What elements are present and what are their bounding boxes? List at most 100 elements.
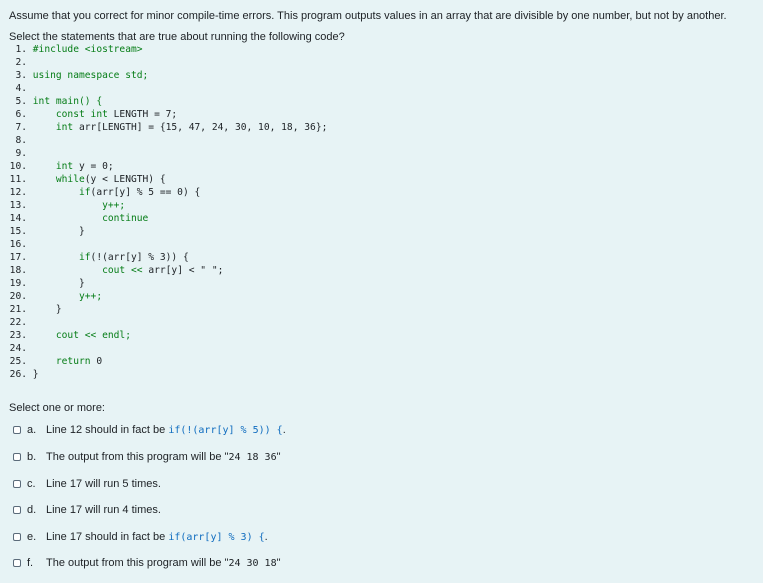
answer-option-f[interactable]: f. The output from this program will be "…	[13, 554, 733, 572]
code-token: continue	[32, 213, 149, 224]
code-token: (y < LENGTH) {	[84, 174, 166, 185]
answer-code: if(!(arr[y] % 5)) {	[168, 425, 283, 436]
code-token: return	[32, 356, 97, 367]
line-number: 2.	[15, 57, 27, 68]
line-number: 14.	[9, 213, 27, 224]
line-number: 22.	[9, 317, 27, 328]
code-line: 13. y++;	[9, 199, 327, 212]
answer-option-c[interactable]: c. Line 17 will run 5 times.	[13, 475, 733, 493]
code-line: 10. int y = 0;	[9, 160, 327, 173]
answer-label: Line 12 should in fact be if(!(arr[y] % …	[46, 424, 286, 436]
line-number: 18.	[9, 265, 27, 276]
answer-checkbox[interactable]	[13, 533, 21, 541]
code-line: 6. const int LENGTH = 7;	[9, 108, 327, 121]
code-line: 1. #include <iostream>	[9, 43, 327, 56]
code-token: int	[32, 122, 79, 133]
code-token: if	[32, 252, 91, 263]
answer-letter: d.	[27, 504, 37, 516]
code-token: cout <<	[32, 265, 149, 276]
answer-option-d[interactable]: d. Line 17 will run 4 times.	[13, 501, 733, 519]
answer-option-b[interactable]: b. The output from this program will be "…	[13, 448, 733, 466]
line-number: 9.	[15, 148, 27, 159]
answer-checkbox[interactable]	[13, 480, 21, 488]
code-line: 15. }	[9, 225, 327, 238]
answer-checkbox[interactable]	[13, 559, 21, 567]
answer-option-e[interactable]: e. Line 17 should in fact be if(arr[y] % …	[13, 528, 733, 546]
code-line: 22.	[9, 316, 327, 329]
answer-label: Line 17 should in fact be if(arr[y] % 3)…	[46, 531, 268, 543]
code-line: 19. }	[9, 277, 327, 290]
code-token: y++;	[32, 291, 103, 302]
code-line: 21. }	[9, 303, 327, 316]
answer-label: The output from this program will be "24…	[46, 451, 281, 463]
line-number: 8.	[15, 135, 27, 146]
code-token: int	[32, 161, 79, 172]
answer-letter: b.	[27, 451, 37, 463]
line-number: 17.	[9, 252, 27, 263]
answer-label: Line 17 will run 5 times.	[46, 478, 161, 490]
line-number: 6.	[15, 109, 27, 120]
answer-letter: c.	[27, 478, 36, 490]
code-token: }	[32, 278, 85, 289]
code-token: }	[32, 369, 39, 380]
code-line: 17. if(!(arr[y] % 3)) {	[9, 251, 327, 264]
line-number: 16.	[9, 239, 27, 250]
code-line: 20. y++;	[9, 290, 327, 303]
code-token: y = 0;	[79, 161, 114, 172]
answer-option-a[interactable]: a. Line 12 should in fact be if(!(arr[y] …	[13, 421, 733, 439]
code-line: 7. int arr[LENGTH] = {15, 47, 24, 30, 10…	[9, 121, 327, 134]
code-token: while	[32, 174, 85, 185]
code-token: y++;	[32, 200, 126, 211]
answer-label: The output from this program will be "24…	[46, 557, 281, 569]
code-line: 5. int main() {	[9, 95, 327, 108]
code-token: (!(arr[y] % 3)) {	[90, 252, 189, 263]
answer-letter: e.	[27, 531, 37, 543]
answer-code: 24 30 18	[228, 558, 277, 569]
code-token: cout << endl;	[32, 330, 131, 341]
code-token: (arr[y] % 5 == 0) {	[90, 187, 201, 198]
code-token: arr[y] < " ";	[148, 265, 224, 276]
line-number: 19.	[9, 278, 27, 289]
code-token: LENGTH = 7;	[113, 109, 178, 120]
line-number: 24.	[9, 343, 27, 354]
code-token: }	[32, 226, 85, 237]
answer-checkbox[interactable]	[13, 506, 21, 514]
code-line: 14. continue	[9, 212, 327, 225]
question-text: Assume that you correct for minor compil…	[9, 10, 727, 43]
line-number: 15.	[9, 226, 27, 237]
line-number: 10.	[9, 161, 27, 172]
code-block: 1. #include <iostream> 2. 3. using namesp…	[9, 43, 328, 381]
line-number: 23.	[9, 330, 27, 341]
code-token: #include <iostream>	[32, 44, 143, 55]
line-number: 21.	[9, 304, 27, 315]
line-number: 7.	[15, 122, 27, 133]
line-number: 4.	[15, 83, 27, 94]
code-token: int main() {	[32, 96, 103, 107]
code-token: }	[32, 304, 62, 315]
code-token: if	[32, 187, 91, 198]
code-line: 24.	[9, 342, 327, 355]
code-line: 2.	[9, 56, 327, 69]
code-line: 4.	[9, 82, 327, 95]
line-number: 12.	[9, 187, 27, 198]
code-line: 8.	[9, 134, 327, 147]
line-number: 5.	[15, 96, 27, 107]
select-prompt: Select one or more:	[9, 402, 105, 414]
code-line: 25. return 0	[9, 355, 327, 368]
line-number: 25.	[9, 356, 27, 367]
answer-checkbox[interactable]	[13, 426, 21, 434]
answer-letter: f.	[27, 557, 34, 569]
code-token: const int	[32, 109, 114, 120]
code-line: 12. if(arr[y] % 5 == 0) {	[9, 186, 327, 199]
line-number: 11.	[9, 174, 27, 185]
code-line: 9.	[9, 147, 327, 160]
answer-letter: a.	[27, 424, 37, 436]
line-number: 26.	[9, 369, 27, 380]
code-line: 11. while(y < LENGTH) {	[9, 173, 327, 186]
code-line: 16.	[9, 238, 327, 251]
answer-code: 24 18 36	[228, 452, 277, 463]
line-number: 3.	[15, 70, 27, 81]
answer-checkbox[interactable]	[13, 453, 21, 461]
code-line: 26. }	[9, 368, 327, 381]
line-number: 1.	[15, 44, 27, 55]
